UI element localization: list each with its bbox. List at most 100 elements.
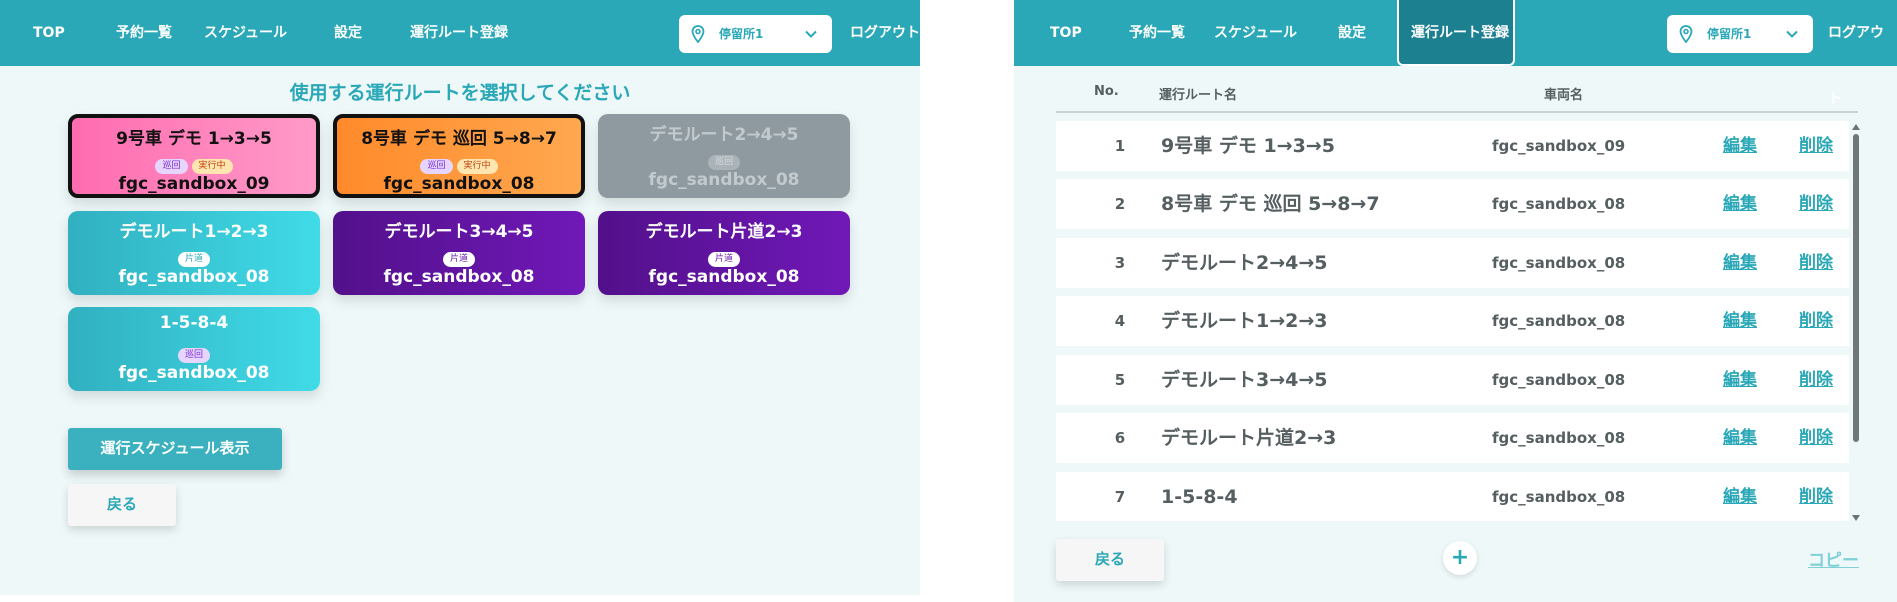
back-button[interactable]: 戻る	[1056, 539, 1164, 581]
table-row[interactable]: 1 9号車 デモ 1→3→5 fgc_sandbox_09 編集 削除	[1056, 121, 1849, 171]
delete-link[interactable]: 削除	[1799, 413, 1833, 463]
table-row[interactable]: 2 8号車 デモ 巡回 5→8→7 fgc_sandbox_08 編集 削除	[1056, 179, 1849, 229]
route-type-badge: 巡回	[420, 159, 453, 174]
route-card-vehicle: fgc_sandbox_08	[118, 363, 270, 383]
row-route-name: 1-5-8-4	[1161, 486, 1238, 508]
delete-link[interactable]: 削除	[1799, 472, 1833, 521]
page-title: 使用する運行ルートを選択してください	[289, 82, 631, 104]
edit-link[interactable]: 編集	[1723, 238, 1757, 288]
table-row[interactable]: 4 デモルート1→2→3 fgc_sandbox_08 編集 削除	[1056, 296, 1849, 346]
route-card-vehicle: fgc_sandbox_08	[118, 267, 270, 287]
back-button[interactable]: 戻る	[68, 484, 176, 526]
route-card[interactable]: デモルート3→4→5 片道 fgc_sandbox_08	[333, 211, 585, 295]
nav-reservations[interactable]: 予約一覧	[116, 0, 172, 66]
route-type-badge: 巡回	[155, 159, 188, 174]
edit-link[interactable]: 編集	[1723, 121, 1757, 171]
route-list-screen: TOP 予約一覧 スケジュール 設定 運行ルート登録 停留所1 ログアウト No…	[1014, 0, 1897, 602]
row-vehicle: fgc_sandbox_08	[1492, 254, 1626, 272]
route-type-badge: 巡回	[707, 155, 740, 170]
row-vehicle: fgc_sandbox_08	[1492, 195, 1626, 213]
row-route-name: 8号車 デモ 巡回 5→8→7	[1161, 193, 1380, 215]
schedule-display-button[interactable]: 運行スケジュール表示	[68, 428, 282, 470]
copy-link[interactable]: コピー	[1808, 546, 1859, 571]
chevron-down-icon	[1786, 30, 1798, 38]
scrollbar-thumb[interactable]	[1853, 134, 1859, 442]
status-badge: 実行中	[191, 159, 233, 174]
logout-link[interactable]: ログアウト	[850, 0, 920, 66]
route-card-name: デモルート片道2→3	[645, 222, 803, 242]
table-row[interactable]: 3 デモルート2→4→5 fgc_sandbox_08 編集 削除	[1056, 238, 1849, 288]
status-badge: 実行中	[456, 159, 498, 174]
row-number: 3	[1114, 254, 1126, 272]
route-card-vehicle: fgc_sandbox_08	[648, 170, 800, 190]
route-card-name: 8号車 デモ 巡回 5→8→7	[361, 129, 557, 149]
row-number: 5	[1114, 371, 1126, 389]
row-vehicle: fgc_sandbox_08	[1492, 312, 1626, 330]
route-table[interactable]: 1 9号車 デモ 1→3→5 fgc_sandbox_09 編集 削除 2 8号…	[1056, 121, 1849, 521]
route-card-name: デモルート3→4→5	[384, 222, 534, 242]
top-nav: TOP 予約一覧 スケジュール 設定 運行ルート登録 停留所1 ログアウト	[1014, 0, 1897, 107]
header-divider	[1056, 111, 1858, 113]
route-card[interactable]: 9号車 デモ 1→3→5 巡回 実行中 fgc_sandbox_09	[68, 114, 320, 198]
nav-reservations[interactable]: 予約一覧	[1129, 0, 1185, 66]
route-card[interactable]: デモルート1→2→3 片道 fgc_sandbox_08	[68, 211, 320, 295]
delete-link[interactable]: 削除	[1799, 121, 1833, 171]
route-card-name: 1-5-8-4	[159, 313, 229, 333]
route-type-badge: 片道	[707, 252, 740, 267]
nav-top[interactable]: TOP	[33, 0, 65, 66]
row-vehicle: fgc_sandbox_09	[1492, 137, 1626, 155]
nav-schedule[interactable]: スケジュール	[204, 0, 287, 66]
nav-settings[interactable]: 設定	[1338, 0, 1366, 66]
top-nav: TOP 予約一覧 スケジュール 設定 運行ルート登録 停留所1 ログアウト	[0, 0, 920, 66]
edit-link[interactable]: 編集	[1723, 472, 1757, 521]
delete-link[interactable]: 削除	[1799, 238, 1833, 288]
route-card-vehicle: fgc_sandbox_08	[648, 267, 800, 287]
route-card-name: デモルート1→2→3	[119, 222, 269, 242]
row-number: 1	[1114, 137, 1126, 155]
route-selection-screen: TOP 予約一覧 スケジュール 設定 運行ルート登録 停留所1 ログアウト 使用…	[0, 0, 920, 595]
route-card-name: デモルート2→4→5	[649, 125, 799, 145]
edit-link[interactable]: 編集	[1723, 296, 1757, 346]
scroll-up-arrow[interactable]	[1852, 124, 1860, 130]
route-type-badge: 片道	[442, 252, 475, 267]
route-card-name: 9号車 デモ 1→3→5	[116, 129, 272, 149]
row-number: 2	[1114, 195, 1126, 213]
stop-select-value: 停留所1	[1707, 27, 1752, 41]
route-card[interactable]: デモルート片道2→3 片道 fgc_sandbox_08	[598, 211, 850, 295]
table-row[interactable]: 5 デモルート3→4→5 fgc_sandbox_08 編集 削除	[1056, 355, 1849, 405]
stop-select[interactable]: 停留所1	[1667, 15, 1813, 53]
edit-link[interactable]: 編集	[1723, 355, 1757, 405]
nav-route-register[interactable]: 運行ルート登録	[410, 0, 508, 66]
nav-route-register[interactable]: 運行ルート登録	[1397, 0, 1515, 66]
route-card-vehicle: fgc_sandbox_08	[383, 267, 535, 287]
route-type-badge: 片道	[177, 252, 210, 267]
add-route-button[interactable]: +	[1443, 541, 1477, 575]
route-card[interactable]: 1-5-8-4 巡回 fgc_sandbox_08	[68, 307, 320, 391]
map-pin-icon	[1679, 25, 1693, 43]
table-row[interactable]: 7 1-5-8-4 fgc_sandbox_08 編集 削除	[1056, 472, 1849, 521]
table-row[interactable]: 6 デモルート片道2→3 fgc_sandbox_08 編集 削除	[1056, 413, 1849, 463]
plus-icon: +	[1450, 545, 1470, 570]
stop-select-value: 停留所1	[719, 27, 764, 41]
route-card[interactable]: 8号車 デモ 巡回 5→8→7 巡回 実行中 fgc_sandbox_08	[333, 114, 585, 198]
route-card-vehicle: fgc_sandbox_08	[383, 174, 535, 194]
column-header-route: 運行ルート名	[1159, 88, 1238, 103]
delete-link[interactable]: 削除	[1799, 179, 1833, 229]
nav-settings[interactable]: 設定	[334, 0, 362, 66]
delete-link[interactable]: 削除	[1799, 355, 1833, 405]
edit-link[interactable]: 編集	[1723, 179, 1757, 229]
column-header-vehicle: 車両名	[1544, 88, 1584, 103]
scroll-down-arrow[interactable]	[1852, 515, 1860, 521]
route-type-badge: 巡回	[177, 348, 210, 363]
row-route-name: デモルート片道2→3	[1161, 427, 1337, 449]
column-header-no: No.	[1094, 84, 1119, 99]
stop-select[interactable]: 停留所1	[679, 15, 832, 53]
row-vehicle: fgc_sandbox_08	[1492, 488, 1626, 506]
delete-link[interactable]: 削除	[1799, 296, 1833, 346]
route-card[interactable]: デモルート2→4→5 巡回 fgc_sandbox_08	[598, 114, 850, 198]
nav-schedule[interactable]: スケジュール	[1214, 0, 1297, 66]
row-number: 4	[1114, 312, 1126, 330]
nav-top[interactable]: TOP	[1050, 0, 1082, 66]
table-scrollbar[interactable]	[1852, 124, 1860, 521]
edit-link[interactable]: 編集	[1723, 413, 1757, 463]
